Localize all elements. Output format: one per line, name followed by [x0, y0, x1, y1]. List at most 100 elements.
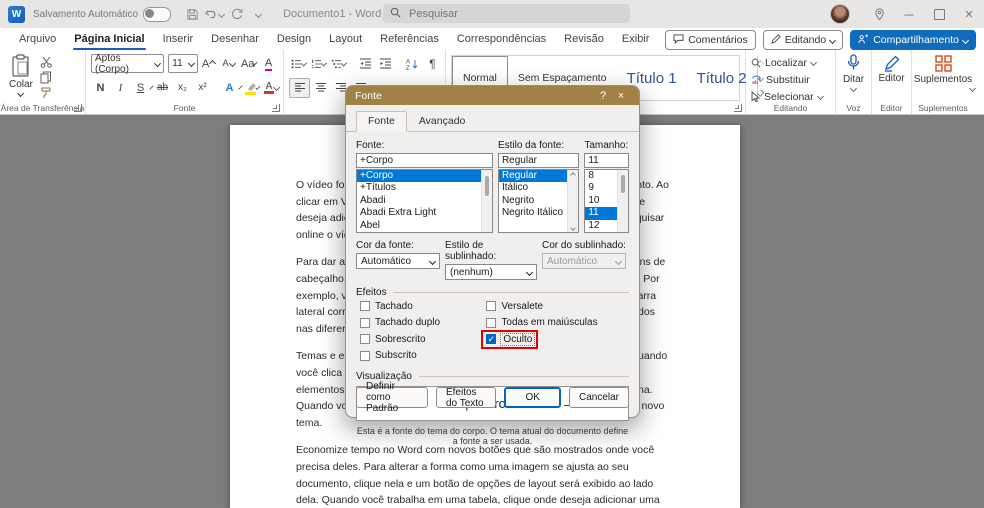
- bullets-button[interactable]: [289, 55, 308, 73]
- list-item[interactable]: +Corpo: [357, 170, 492, 183]
- checkbox-icon[interactable]: [360, 317, 370, 328]
- styles-dialog-launcher-icon[interactable]: [734, 104, 742, 112]
- tab-pagina-inicial[interactable]: Página Inicial: [65, 28, 153, 50]
- checkbox-tachado[interactable]: Tachado: [360, 300, 486, 312]
- word-logo-icon[interactable]: [8, 5, 25, 23]
- customize-qat-chevron-icon[interactable]: [247, 3, 269, 25]
- align-center-button[interactable]: [311, 79, 330, 97]
- checked-checkbox-icon[interactable]: [486, 334, 497, 344]
- pin-icon[interactable]: [864, 0, 894, 28]
- font-color-dropdown[interactable]: Automático: [356, 253, 440, 269]
- checkbox-icon[interactable]: [486, 317, 497, 328]
- checkbox-versalete[interactable]: Versalete: [486, 300, 629, 312]
- checkbox-subscrito[interactable]: Subscrito: [360, 350, 486, 362]
- font-size-combo[interactable]: 11: [168, 54, 198, 73]
- tab-correspondencias[interactable]: Correspondências: [448, 28, 555, 50]
- grow-font-button[interactable]: A: [199, 55, 218, 73]
- tab-arquivo[interactable]: Arquivo: [10, 28, 65, 50]
- scroll-up-icon[interactable]: [568, 170, 578, 179]
- collapse-ribbon-chevron-icon[interactable]: [968, 80, 977, 98]
- redo-button[interactable]: [225, 3, 247, 25]
- autosave-toggle[interactable]: [143, 6, 172, 22]
- tab-inserir[interactable]: Inserir: [154, 28, 203, 50]
- minimize-button[interactable]: ─: [894, 0, 924, 28]
- tab-layout[interactable]: Layout: [320, 28, 371, 50]
- bold-button[interactable]: N: [91, 79, 110, 97]
- checkbox-sobrescrito[interactable]: Sobrescrito: [360, 333, 486, 345]
- checkbox-icon[interactable]: [360, 350, 370, 361]
- strikethrough-button[interactable]: ab: [153, 79, 172, 97]
- increase-indent-button[interactable]: [376, 55, 395, 73]
- font-dialog-titlebar[interactable]: Fonte ? ×: [346, 86, 639, 105]
- dialog-tab-avancado[interactable]: Avançado: [407, 111, 478, 132]
- checkbox-icon[interactable]: [360, 334, 370, 344]
- text-effects-button[interactable]: A: [220, 79, 239, 97]
- dialog-help-button[interactable]: ?: [594, 90, 612, 102]
- paste-dropdown-chevron-icon[interactable]: [17, 89, 25, 98]
- cut-icon[interactable]: [40, 56, 53, 68]
- cancel-button[interactable]: Cancelar: [568, 387, 629, 408]
- font-size-input[interactable]: [585, 155, 628, 166]
- tab-desenhar[interactable]: Desenhar: [202, 28, 268, 50]
- highlight-button[interactable]: [242, 79, 261, 97]
- editing-mode-button[interactable]: Editando: [762, 30, 844, 50]
- share-button[interactable]: Compartilhamento: [850, 30, 976, 50]
- underline-style-dropdown[interactable]: (nenhum): [445, 264, 537, 280]
- scroll-down-icon[interactable]: [568, 223, 578, 232]
- select-button[interactable]: Selecionar: [751, 89, 830, 104]
- restore-button[interactable]: [924, 0, 954, 28]
- format-painter-icon[interactable]: [40, 87, 53, 99]
- tab-exibir[interactable]: Exibir: [613, 28, 659, 50]
- dictate-button[interactable]: Ditar: [841, 53, 866, 93]
- set-as-default-button[interactable]: Definir como Padrão: [356, 381, 428, 414]
- save-icon[interactable]: [181, 3, 203, 25]
- clipboard-dialog-launcher-icon[interactable]: [74, 104, 82, 112]
- checkbox-icon[interactable]: [360, 301, 370, 311]
- dictate-chevron-icon[interactable]: [849, 84, 858, 93]
- font-color-button[interactable]: A: [262, 79, 281, 97]
- undo-button[interactable]: [203, 3, 225, 25]
- text-effects-button[interactable]: Efeitos do Texto: [435, 387, 497, 409]
- font-dialog-launcher-icon[interactable]: [272, 104, 280, 112]
- font-input[interactable]: [357, 155, 492, 166]
- checkbox-oculto[interactable]: Oculto: [481, 329, 629, 349]
- tab-design[interactable]: Design: [268, 28, 320, 50]
- list-item[interactable]: +Títulos: [357, 182, 492, 194]
- replace-button[interactable]: ab Substituir: [751, 72, 830, 87]
- autosave-control[interactable]: Salvamento Automático: [33, 6, 172, 22]
- superscript-button[interactable]: x²: [193, 79, 212, 97]
- checkbox-icon[interactable]: [486, 301, 497, 311]
- checkbox-tachado-duplo[interactable]: Tachado duplo: [360, 317, 486, 329]
- decrease-indent-button[interactable]: [356, 55, 375, 73]
- shrink-font-button[interactable]: A: [219, 55, 238, 73]
- close-button[interactable]: ×: [954, 0, 984, 28]
- find-button[interactable]: Localizar: [751, 55, 830, 70]
- undo-dropdown-chevron-icon[interactable]: [217, 10, 225, 18]
- font-size-listbox[interactable]: 8 9 10 11 12: [584, 169, 629, 233]
- show-paragraph-marks-button[interactable]: ¶: [423, 55, 442, 73]
- font-style-scrollbar[interactable]: [567, 170, 579, 232]
- change-case-button[interactable]: Aa: [239, 55, 258, 73]
- clear-formatting-button[interactable]: A: [259, 55, 278, 73]
- tab-revisao[interactable]: Revisão: [555, 28, 613, 50]
- font-size-scrollbar[interactable]: [616, 170, 628, 232]
- align-left-button[interactable]: [289, 77, 310, 98]
- font-style-listbox[interactable]: Regular Itálico Negrito Negrito Itálico: [497, 169, 580, 233]
- numbering-button[interactable]: [309, 55, 328, 73]
- underline-button[interactable]: S: [131, 79, 150, 97]
- list-item[interactable]: Abadi: [357, 195, 492, 207]
- comments-button[interactable]: Comentários: [665, 30, 756, 50]
- copy-icon[interactable]: [40, 71, 53, 84]
- dialog-close-icon[interactable]: ×: [612, 90, 630, 102]
- font-list-scrollbar[interactable]: [480, 170, 492, 232]
- addins-button[interactable]: Suplementos: [914, 53, 972, 86]
- search-box[interactable]: [383, 4, 630, 23]
- dialog-tab-fonte[interactable]: Fonte: [356, 111, 407, 132]
- editor-button[interactable]: Editor: [877, 53, 906, 85]
- list-item[interactable]: Abel: [357, 220, 492, 232]
- user-avatar[interactable]: [830, 4, 850, 24]
- italic-button[interactable]: I: [111, 79, 130, 97]
- font-name-combo[interactable]: Aptos (Corpo): [91, 53, 165, 75]
- sort-button[interactable]: AZ: [403, 55, 422, 73]
- search-input[interactable]: [407, 6, 591, 21]
